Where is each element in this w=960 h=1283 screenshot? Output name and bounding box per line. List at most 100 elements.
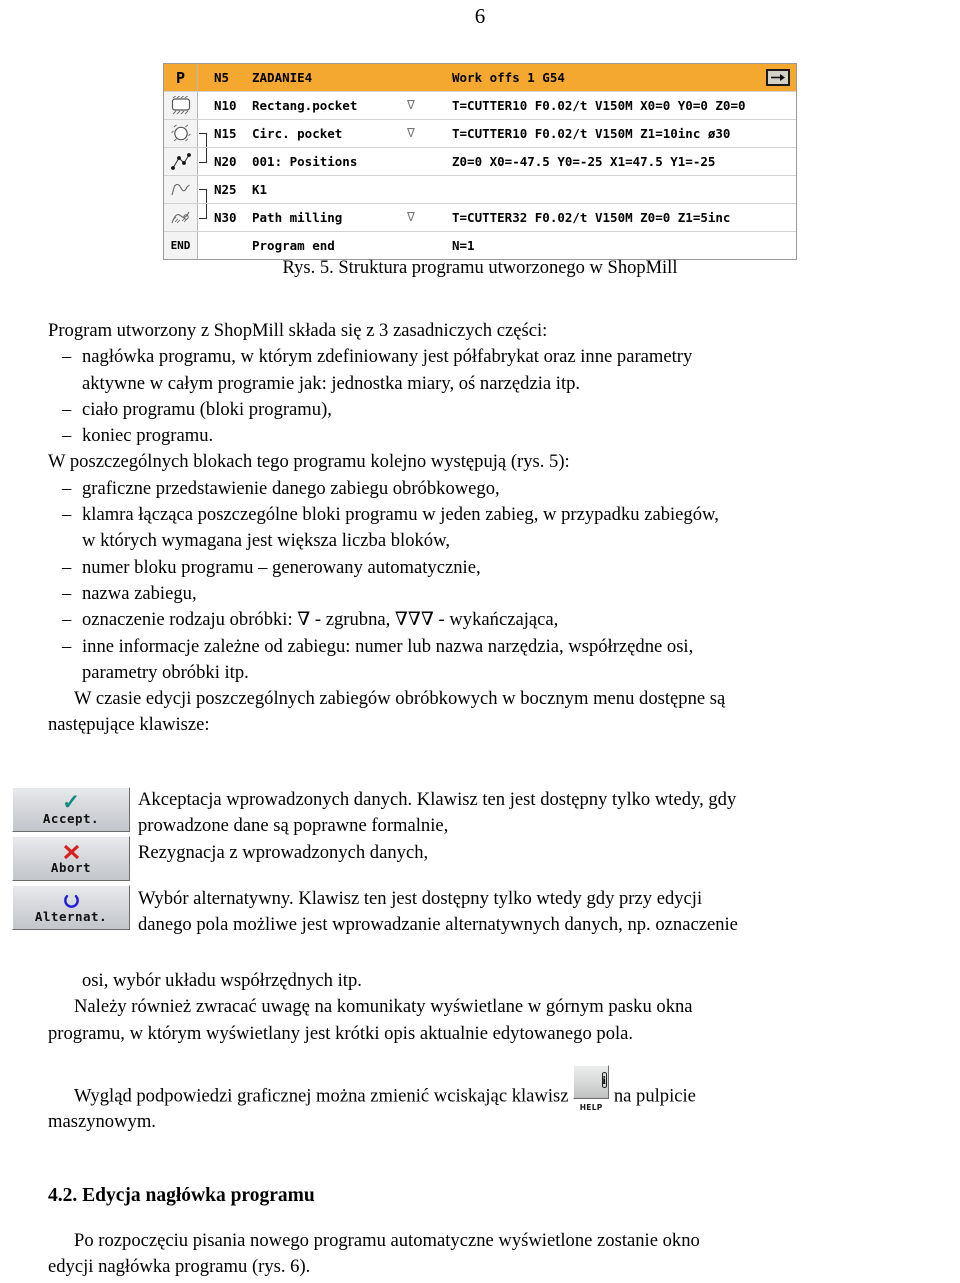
circular-arrow-icon xyxy=(62,891,81,910)
list-item: – nazwa zabiegu, xyxy=(62,581,920,607)
block-parameters: Work offs 1 G54 xyxy=(452,70,565,85)
contour-icon xyxy=(164,176,198,203)
intro-paragraph: Program utworzony z ShopMill składa się … xyxy=(48,320,548,341)
softkey-descriptions: Akceptacja wprowadzonych danych. Klawisz… xyxy=(138,787,924,938)
block-number: N30 xyxy=(214,210,237,225)
alternate-description-line-3: osi, wybór układu współrzędnych itp. xyxy=(82,970,362,991)
block-name: ZADANIE4 xyxy=(252,70,313,85)
accept-description-line-2: prowadzone dane są poprawne formalnie, xyxy=(138,815,449,837)
help-key-icon[interactable]: i HELP xyxy=(573,1064,610,1112)
rectangular-pocket-icon xyxy=(164,92,198,119)
circular-pocket-icon xyxy=(164,120,198,147)
page-number: 6 xyxy=(474,4,486,28)
list-bullet-dash: – xyxy=(62,582,72,604)
closing-line-1: Po rozpoczęciu pisania nowego programu a… xyxy=(74,1230,700,1251)
bracket-cell xyxy=(198,148,211,175)
program-end-icon: END xyxy=(164,232,198,259)
list-item-line: koniec programu. xyxy=(82,425,214,447)
group-bracket-bottom xyxy=(199,148,207,163)
table-row[interactable]: N30 Path milling ∇ T=CUTTER32 F0.02/t V1… xyxy=(164,204,796,232)
table-row[interactable]: N15 Circ. pocket ∇ T=CUTTER10 F0.02/t V1… xyxy=(164,120,796,148)
group-bracket-top xyxy=(199,133,207,147)
abort-button[interactable]: Abort xyxy=(12,836,130,881)
list-item-line: nagłówka programu, w którym zdefiniowany… xyxy=(82,346,693,368)
program-header-icon-label: P xyxy=(175,68,186,87)
body-text: Program utworzony z ShopMill składa się … xyxy=(48,318,920,739)
block-number: N10 xyxy=(214,98,237,113)
table-row[interactable]: END Program end N=1 xyxy=(164,232,796,259)
list-item-line: klamra łącząca poszczególne bloki progra… xyxy=(82,504,719,526)
block-number: N15 xyxy=(214,126,237,141)
tail-text: osi, wybór układu współrzędnych itp. Nal… xyxy=(48,968,920,1136)
block-number: N25 xyxy=(214,182,237,197)
path-milling-icon xyxy=(164,204,198,231)
list-bullet-dash: – xyxy=(62,477,72,499)
list-item: – klamra łącząca poszczególne bloki prog… xyxy=(62,502,920,528)
shopmill-program-listing: P N5 ZADANIE4 Work offs 1 G54 N10 Rectan… xyxy=(163,63,797,260)
note-line-2: programu, w którym wyświetlany jest krót… xyxy=(48,1022,634,1044)
list-item: – nagłówka programu, w którym zdefiniowa… xyxy=(62,344,920,370)
list-item: – graficzne przedstawienie danego zabieg… xyxy=(62,476,920,502)
block-name: K1 xyxy=(252,182,268,197)
abort-description-line-1: Rezygnacja z wprowadzonych danych, xyxy=(138,841,429,863)
alternate-description-line-2: danego pola możliwe jest wprowadzanie al… xyxy=(138,914,738,936)
list-item: – inne informacje zależne od zabiegu: nu… xyxy=(62,634,920,660)
blocks-intro-paragraph: W poszczególnych blokach tego programu k… xyxy=(48,451,570,473)
note-line-1: Należy również zwracać uwagę na komunika… xyxy=(74,996,693,1018)
list-item-line: nazwa zabiegu, xyxy=(82,582,197,604)
list-item-line: inne informacje zależne od zabiegu: nume… xyxy=(82,635,694,657)
list-item-line: oznaczenie rodzaju obróbki: ∇ - zgrubna,… xyxy=(82,609,559,631)
bracket-cell xyxy=(198,92,211,119)
list-item: – koniec programu. xyxy=(62,423,920,449)
help-paragraph: Wygląd podpowiedzi graficznej można zmie… xyxy=(48,1064,920,1112)
table-row[interactable]: N10 Rectang.pocket ∇ T=CUTTER10 F0.02/t … xyxy=(164,92,796,120)
list-item-continuation: aktywne w całym programie jak: jednostka… xyxy=(82,372,581,394)
table-row[interactable]: N20 001: Positions Z0=0 X0=-47.5 Y0=-25 … xyxy=(164,148,796,176)
info-icon: i xyxy=(601,1071,607,1088)
figure-caption: Rys. 5. Struktura programu utworzonego w… xyxy=(282,258,678,278)
expand-arrow-button[interactable] xyxy=(766,69,790,86)
list-bullet-dash: – xyxy=(62,504,72,526)
alternate-button-label: Alternat. xyxy=(34,909,108,924)
bracket-cell xyxy=(198,204,211,231)
bracket-cell xyxy=(198,64,211,91)
block-number: N20 xyxy=(214,154,237,169)
list-item-continuation: parametry obróbki itp. xyxy=(82,661,249,683)
list-item-line: numer bloku programu – generowany automa… xyxy=(82,556,481,578)
list-bullet-dash: – xyxy=(62,556,72,578)
program-header-icon: P xyxy=(164,64,198,91)
block-name: 001: Positions xyxy=(252,154,358,169)
block-parameters: T=CUTTER10 F0.02/t V150M X0=0 Y0=0 Z0=0 xyxy=(452,98,746,113)
accept-button[interactable]: ✓ Accept. xyxy=(12,787,130,832)
list-item: – numer bloku programu – generowany auto… xyxy=(62,555,920,581)
alternate-button[interactable]: Alternat. xyxy=(12,885,130,930)
bracket-cell xyxy=(198,176,211,203)
program-end-icon-label: END xyxy=(170,239,191,252)
help-paragraph-line-2: maszynowym. xyxy=(48,1111,156,1133)
bracket-cell xyxy=(198,120,211,147)
help-paragraph-after: na pulpicie xyxy=(613,1085,696,1107)
block-parameters: T=CUTTER32 F0.02/t V150M Z0=0 Z1=5inc xyxy=(452,210,731,225)
cross-icon xyxy=(62,842,81,861)
list-bullet-dash: – xyxy=(62,635,72,657)
bracket-cell xyxy=(198,232,211,259)
check-icon-glyph: ✓ xyxy=(62,790,80,814)
list-item-line: ciało programu (bloki programu), xyxy=(82,398,332,420)
table-row[interactable]: N25 K1 xyxy=(164,176,796,204)
positions-icon xyxy=(164,148,198,175)
list-item: – oznaczenie rodzaju obróbki: ∇ - zgrubn… xyxy=(62,607,920,633)
abort-button-label: Abort xyxy=(50,860,92,875)
list-bullet-dash: – xyxy=(62,425,72,447)
accept-description-line-1: Akceptacja wprowadzonych danych. Klawisz… xyxy=(138,789,737,810)
list-bullet-dash: – xyxy=(62,398,72,420)
section-heading: 4.2. Edycja nagłówka programu xyxy=(48,1185,315,1206)
block-parameters: N=1 xyxy=(452,238,475,253)
group-bracket-top xyxy=(199,189,207,203)
block-parameters: Z0=0 X0=-47.5 Y0=-25 X1=47.5 Y1=-25 xyxy=(452,154,716,169)
machining-mark: ∇ xyxy=(407,210,415,225)
table-row[interactable]: P N5 ZADANIE4 Work offs 1 G54 xyxy=(164,64,796,92)
list-item: – ciało programu (bloki programu), xyxy=(62,397,920,423)
list-bullet-dash: – xyxy=(62,346,72,368)
